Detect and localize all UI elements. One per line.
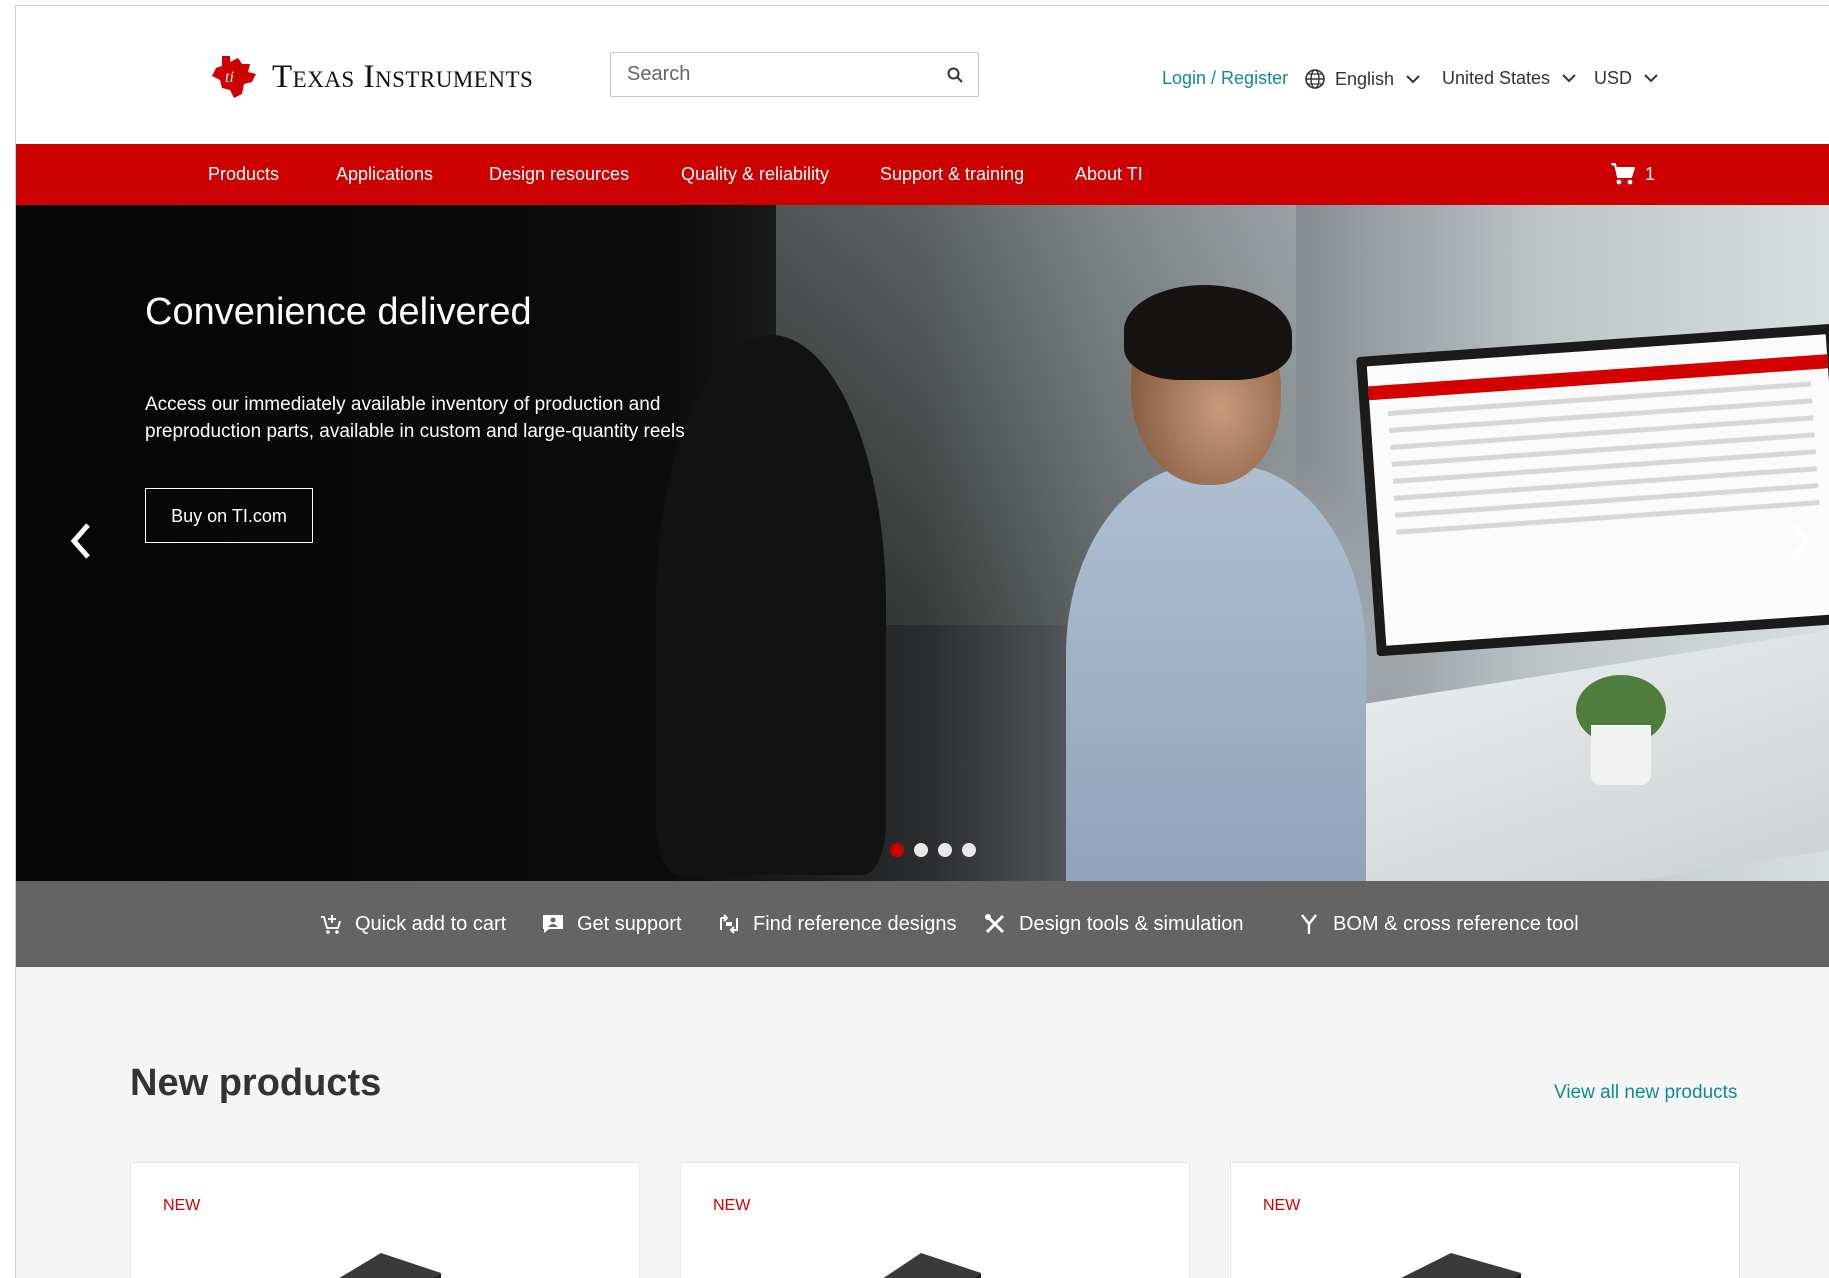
cross-reference-icon bbox=[1301, 914, 1317, 934]
carousel-dots bbox=[890, 843, 976, 857]
section-title: New products bbox=[130, 1062, 382, 1104]
chip-image bbox=[339, 1253, 441, 1278]
find-reference-designs-link[interactable]: Find reference designs bbox=[717, 881, 956, 967]
logo-text: Texas Instruments bbox=[272, 58, 534, 95]
nav-item-design-resources[interactable]: Design resources bbox=[489, 144, 629, 205]
support-icon bbox=[543, 915, 563, 933]
ti-logo[interactable]: ti Texas Instruments bbox=[208, 54, 533, 100]
quick-link-label: Quick add to cart bbox=[355, 912, 507, 935]
hero-monitor bbox=[1356, 323, 1829, 657]
bom-cross-reference-link[interactable]: BOM & cross reference tool bbox=[1297, 881, 1579, 967]
get-support-link[interactable]: Get support bbox=[541, 881, 682, 967]
product-card[interactable]: NEW bbox=[130, 1162, 640, 1278]
quick-links-bar: Quick add to cart Get support Find refer… bbox=[16, 881, 1829, 967]
page-frame: ti Texas Instruments Login / Register En… bbox=[15, 5, 1829, 1278]
login-register-link[interactable]: Login / Register bbox=[1162, 68, 1288, 89]
currency-selector[interactable]: USD bbox=[1594, 68, 1658, 89]
chip-image bbox=[1401, 1253, 1521, 1278]
new-badge: NEW bbox=[713, 1197, 751, 1214]
carousel-dot-2[interactable] bbox=[914, 843, 928, 857]
hero-title: Convenience delivered bbox=[145, 291, 532, 333]
globe-icon bbox=[1305, 69, 1325, 89]
new-products-section: New products View all new products NEW N… bbox=[16, 967, 1829, 1278]
chip-image bbox=[883, 1253, 981, 1278]
cart-count: 1 bbox=[1645, 163, 1656, 184]
carousel-dot-4[interactable] bbox=[962, 843, 976, 857]
design-tools-simulation-link[interactable]: Design tools & simulation bbox=[983, 881, 1244, 967]
nav-item-about-ti[interactable]: About TI bbox=[1075, 144, 1143, 205]
cart-button[interactable]: 1 bbox=[1609, 160, 1655, 188]
reference-design-icon bbox=[720, 914, 738, 934]
hero-person bbox=[1036, 265, 1366, 881]
site-header: ti Texas Instruments Login / Register En… bbox=[16, 6, 1829, 144]
chevron-down-icon bbox=[1644, 74, 1658, 83]
carousel-dot-1[interactable] bbox=[890, 843, 904, 857]
cart-icon bbox=[1611, 163, 1635, 185]
tools-icon bbox=[985, 914, 1005, 934]
ti-logo-icon: ti bbox=[212, 56, 256, 98]
main-nav: Products Applications Design resources Q… bbox=[16, 144, 1829, 205]
chevron-down-icon bbox=[1406, 74, 1420, 83]
language-label: English bbox=[1335, 68, 1395, 89]
carousel-prev-arrow-icon[interactable] bbox=[66, 519, 96, 563]
search-box[interactable] bbox=[610, 52, 979, 97]
quick-link-label: Design tools & simulation bbox=[1019, 912, 1244, 935]
new-badge: NEW bbox=[1263, 1197, 1301, 1214]
carousel-dot-3[interactable] bbox=[938, 843, 952, 857]
product-card[interactable]: NEW bbox=[680, 1162, 1190, 1278]
country-selector[interactable]: United States bbox=[1442, 68, 1576, 89]
hero-carousel: Convenience delivered Access our immedia… bbox=[16, 205, 1829, 881]
quick-link-label: BOM & cross reference tool bbox=[1333, 912, 1579, 935]
quick-link-label: Find reference designs bbox=[753, 912, 957, 935]
search-input[interactable] bbox=[611, 53, 931, 96]
nav-item-quality-reliability[interactable]: Quality & reliability bbox=[681, 144, 829, 205]
hero-description: Access our immediately available invento… bbox=[145, 394, 685, 442]
product-card[interactable]: NEW bbox=[1230, 1162, 1740, 1278]
search-icon[interactable] bbox=[946, 66, 964, 84]
view-all-new-products-link[interactable]: View all new products bbox=[1554, 1082, 1737, 1104]
language-selector[interactable]: English bbox=[1304, 68, 1420, 90]
cart-add-icon bbox=[321, 915, 341, 934]
buy-on-ti-button[interactable]: Buy on TI.com bbox=[145, 488, 313, 543]
chevron-down-icon bbox=[1562, 74, 1576, 83]
hero-plant-pot bbox=[1591, 725, 1651, 785]
nav-item-products[interactable]: Products bbox=[208, 144, 279, 205]
carousel-next-arrow-icon[interactable] bbox=[1785, 519, 1815, 563]
new-badge: NEW bbox=[163, 1197, 201, 1214]
quick-link-label: Get support bbox=[577, 912, 682, 935]
nav-item-support-training[interactable]: Support & training bbox=[880, 144, 1024, 205]
hero-monitor-screen bbox=[1366, 334, 1829, 646]
svg-text:ti: ti bbox=[225, 69, 234, 86]
quick-add-to-cart-link[interactable]: Quick add to cart bbox=[319, 881, 506, 967]
country-label: United States bbox=[1442, 68, 1551, 88]
currency-label: USD bbox=[1594, 68, 1633, 88]
nav-item-applications[interactable]: Applications bbox=[336, 144, 433, 205]
